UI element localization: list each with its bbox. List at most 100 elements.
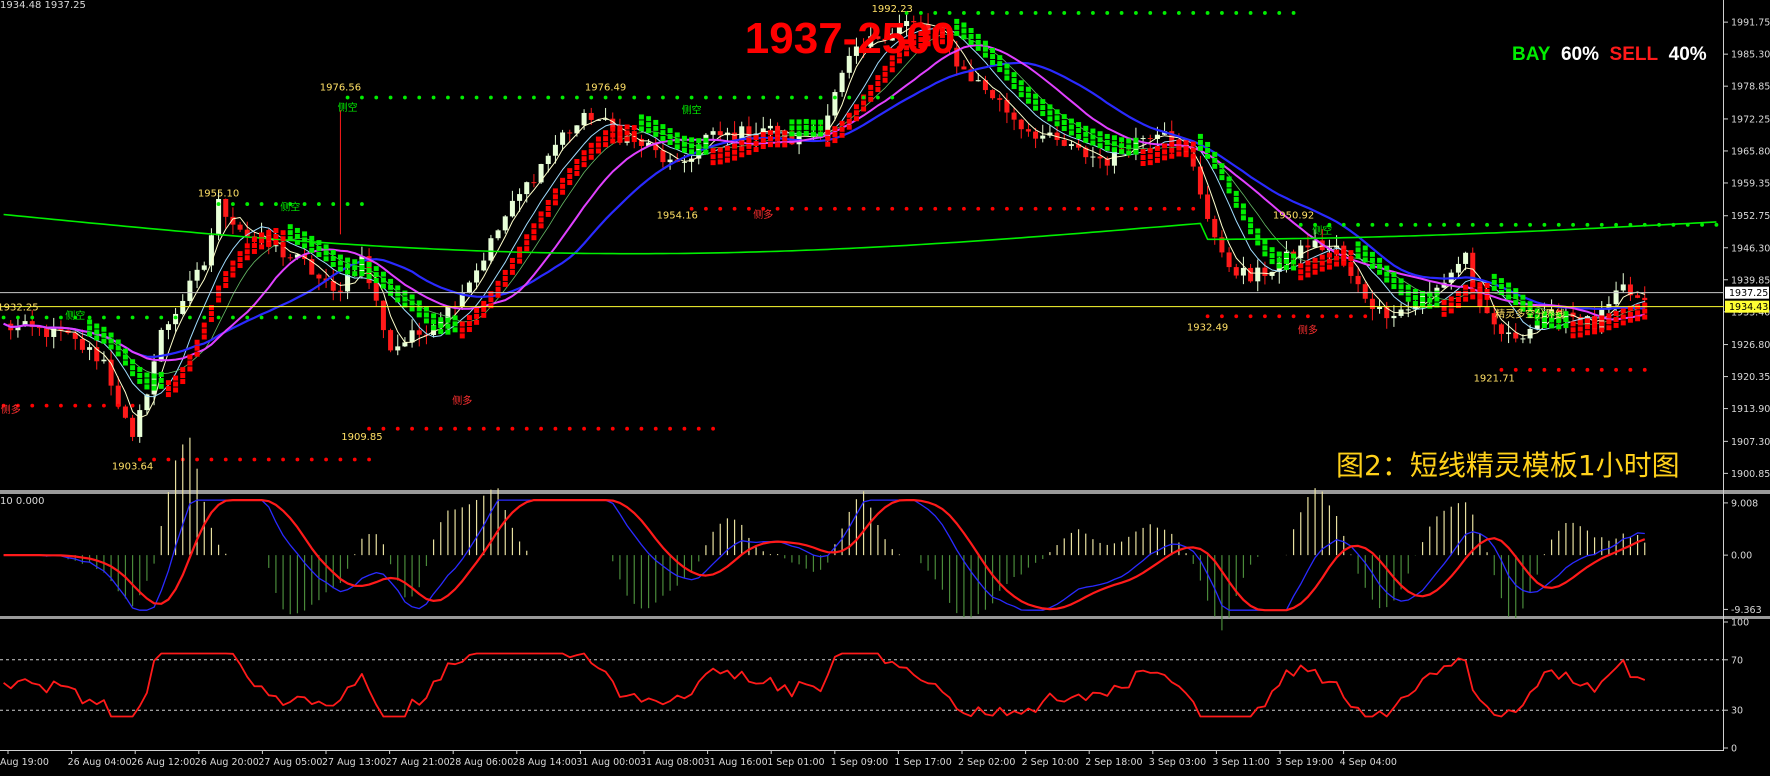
price-annotation: 1932.25 [0, 302, 39, 313]
bear-candle [1635, 295, 1641, 298]
ribbon-square [1004, 63, 1010, 69]
ribbon-square [1484, 294, 1490, 300]
level-dot [1671, 222, 1676, 227]
bear-candle [223, 198, 229, 217]
price-axis: 1991.75 1985.30 1978.85 1972.25 1965.80 1959.… [1724, 18, 1770, 480]
level-dot [496, 426, 500, 431]
level-dot [1556, 222, 1561, 227]
ribbon-square [1240, 215, 1246, 221]
price-annotation: 侧空 [682, 104, 702, 117]
level-dot [1585, 367, 1590, 372]
ribbon-square [273, 228, 279, 234]
price-annotation: 1955.10 [198, 189, 239, 200]
ribbon-square [330, 250, 336, 256]
ribbon-square [1463, 284, 1469, 290]
ribbon-square [481, 306, 487, 312]
ribbon-square [1011, 72, 1017, 78]
ribbon-square [359, 271, 365, 277]
ribbon-square [588, 148, 594, 154]
ribbon-square [1233, 202, 1239, 208]
bull-candle [1377, 307, 1383, 310]
ribbon-square [1369, 263, 1375, 269]
trading-chart[interactable]: 1976.56 1976.491992.231955.101954.16 1950.… [0, 0, 1770, 776]
ribbon-square [388, 290, 394, 296]
ribbon-square [1584, 324, 1590, 330]
ribbon-square [1420, 296, 1426, 302]
level-dot [818, 206, 823, 211]
macd-line [3, 499, 1645, 611]
level-dot [1363, 314, 1368, 319]
level-dot [1628, 367, 1633, 372]
ribbon-square [631, 137, 637, 143]
ribbon-square [244, 243, 250, 249]
ribbon-square [1384, 277, 1390, 283]
level-dot [453, 426, 457, 431]
ribbon-square [739, 152, 745, 158]
ribbon-square [1298, 269, 1304, 275]
bear-candle [416, 330, 422, 335]
ribbon-square [861, 106, 867, 112]
ribbon-square [552, 188, 558, 194]
ribbon-square [1448, 296, 1454, 302]
ribbon-square [180, 373, 186, 379]
ribbon-square [380, 277, 386, 283]
ribbon-square [280, 230, 286, 236]
ribbon-square [646, 122, 652, 128]
ribbon-square [1276, 257, 1282, 263]
ribbon-square [732, 155, 738, 161]
ribbon-square [1627, 317, 1633, 323]
rsi-tick-label: 0 [1731, 744, 1737, 755]
level-dot [876, 206, 880, 211]
price-tick-label: 1952.75 [1731, 211, 1770, 222]
level-dot [345, 315, 350, 320]
time-tick-label: 2 Sep 02:00 [958, 757, 1015, 768]
level-dot [646, 95, 651, 100]
ribbon-square [1599, 321, 1605, 327]
trend-ribbon [87, 18, 1648, 398]
ribbon-square [201, 322, 207, 328]
ribbon-square [545, 205, 551, 211]
price-tick-label: 1972.25 [1731, 114, 1770, 125]
level-dot [331, 202, 336, 206]
ribbon-square [1269, 247, 1275, 253]
ribbon-square [1498, 284, 1504, 290]
ribbon-square [1011, 78, 1017, 84]
level-dot [116, 315, 121, 320]
ribbon-square [94, 329, 100, 335]
ribbon-square [201, 334, 207, 340]
level-dot [1542, 222, 1547, 227]
ribbon-square [1269, 259, 1275, 265]
ribbon-square [603, 142, 609, 148]
ribbon-square [524, 240, 530, 246]
rsi-tick-label: 100 [1731, 618, 1749, 629]
level-dot [625, 426, 629, 431]
bear-candle [961, 66, 967, 70]
ribbon-square [1126, 144, 1132, 150]
level-dot [1019, 206, 1024, 211]
ribbon-square [1083, 131, 1089, 137]
bear-candle [287, 257, 293, 259]
price-annotation: 侧多 [1298, 324, 1318, 337]
ribbon-square [1040, 105, 1046, 111]
ribbon-square [466, 327, 472, 333]
ribbon-square [868, 84, 874, 90]
ribbon-square [1140, 149, 1146, 155]
ribbon-square [1061, 120, 1067, 126]
ribbon-square [366, 261, 372, 267]
ribbon-square [144, 384, 150, 390]
ribbon-square [1147, 148, 1153, 154]
ribbon-square [538, 211, 544, 217]
bear-candle [115, 385, 121, 407]
ribbon-square [1326, 252, 1332, 258]
ribbon-square [1025, 98, 1031, 104]
level-dot [231, 202, 235, 206]
ribbon-square [1592, 317, 1598, 323]
level-dot [460, 95, 465, 100]
ribbon-square [208, 305, 214, 311]
ribbon-square [653, 131, 659, 137]
ribbon-square [1111, 147, 1117, 153]
ribbon-square [789, 131, 795, 137]
level-dot [1191, 206, 1196, 211]
bull-candle [1255, 267, 1261, 282]
level-dot [1062, 206, 1067, 211]
